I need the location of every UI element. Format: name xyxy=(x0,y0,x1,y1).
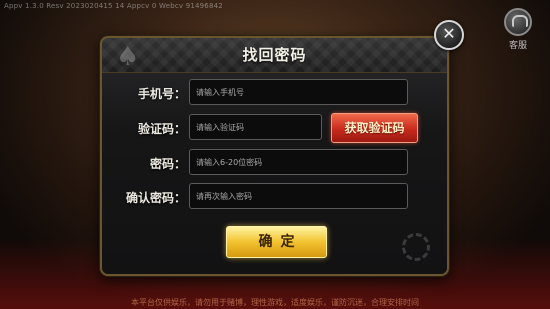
dialog-title: 找回密码 xyxy=(242,46,307,64)
phone-row: 手机号： xyxy=(102,79,447,107)
version-info: Appv 1.3.0 Resv 2023020415 14 Appcv 0 We… xyxy=(4,2,223,10)
customer-service-label: 客服 xyxy=(508,41,527,51)
password-label: 密码： xyxy=(149,157,186,171)
confirm-password-input[interactable] xyxy=(189,183,408,209)
dialog-header: ♠ 找回密码 xyxy=(102,38,447,73)
password-input[interactable] xyxy=(189,149,408,175)
customer-service-button[interactable]: 客服 xyxy=(500,8,536,52)
code-input[interactable] xyxy=(189,114,322,140)
recover-password-dialog: ♠ 找回密码 手机号： 验证码： 获取验证码 密码： 确认密码： 确定 xyxy=(100,36,449,276)
confirm-password-label: 确认密码： xyxy=(125,191,186,205)
game-background: Appv 1.3.0 Resv 2023020415 14 Appcv 0 We… xyxy=(0,0,550,309)
code-label: 验证码： xyxy=(137,122,186,136)
close-icon: ✕ xyxy=(442,24,456,43)
confirm-password-row: 确认密码： xyxy=(102,183,447,211)
poker-chip-icon xyxy=(402,233,430,261)
phone-label: 手机号： xyxy=(137,87,186,101)
close-button[interactable]: ✕ xyxy=(434,20,464,50)
headset-icon xyxy=(504,8,532,36)
bottom-notice-ticker: 本平台仅供娱乐，请勿用于赌博，理性游戏，适度娱乐，谨防沉迷，合理安排时间 xyxy=(131,298,419,307)
password-row: 密码： xyxy=(102,149,447,177)
confirm-button[interactable]: 确定 xyxy=(226,226,327,258)
phone-input[interactable] xyxy=(189,79,408,105)
get-code-button[interactable]: 获取验证码 xyxy=(331,113,418,143)
